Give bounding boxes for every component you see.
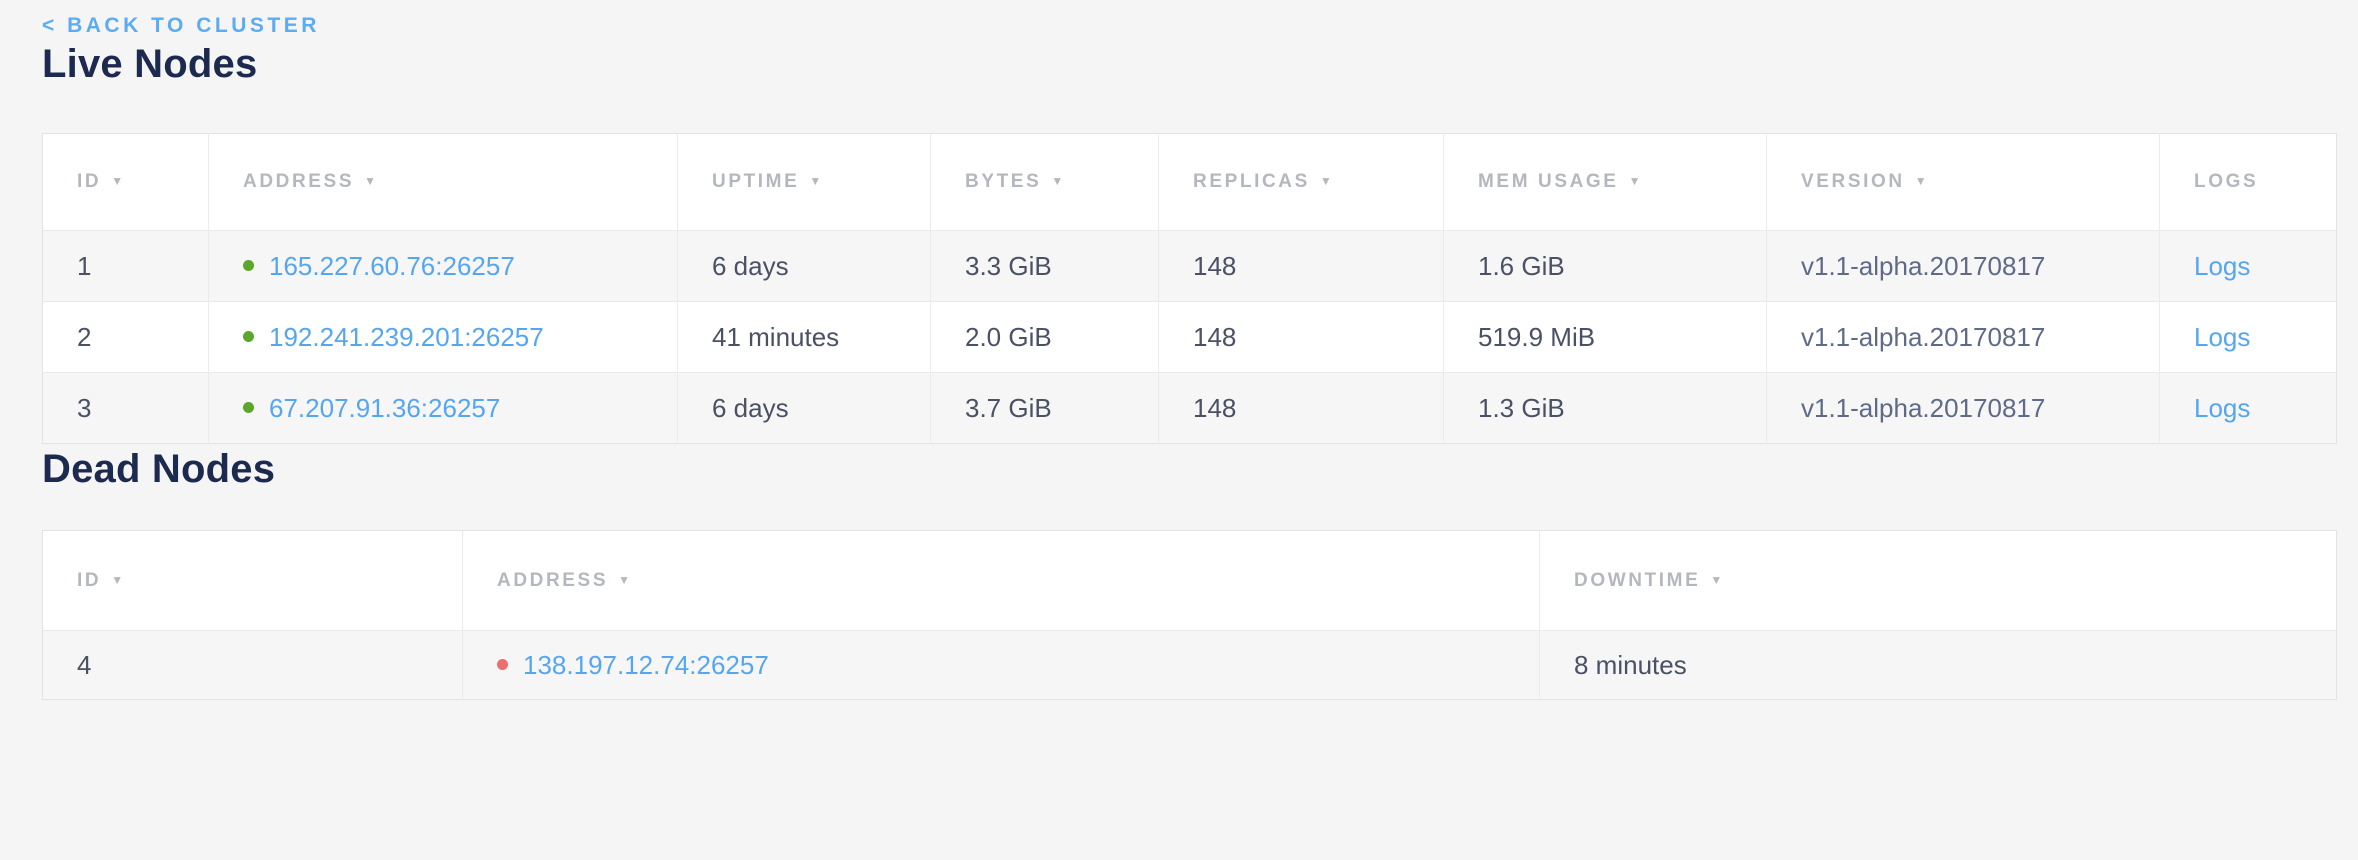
node-live-status-icon	[243, 402, 254, 413]
live-nodes-title: Live Nodes	[42, 39, 2336, 89]
node-logs-cell: Logs	[2160, 231, 2337, 302]
dead-col-header-id[interactable]: ID ▼	[43, 531, 463, 631]
sort-arrow-icon: ▼	[1629, 174, 1641, 188]
sort-arrow-icon: ▼	[1915, 174, 1927, 188]
node-uptime-cell: 41 minutes	[678, 302, 931, 373]
column-label: REPLICAS	[1193, 171, 1310, 192]
sort-arrow-icon: ▼	[111, 174, 123, 188]
node-logs-cell: Logs	[2160, 373, 2337, 444]
node-uptime-cell: 6 days	[678, 231, 931, 302]
node-live-status-icon	[243, 260, 254, 271]
column-label: BYTES	[965, 171, 1041, 192]
live-col-header-uptime[interactable]: UPTIME ▼	[678, 134, 931, 231]
node-address-link[interactable]: 67.207.91.36:26257	[269, 393, 500, 423]
column-label: ADDRESS	[497, 570, 608, 591]
logs-link[interactable]: Logs	[2194, 322, 2250, 352]
node-bytes-cell: 3.7 GiB	[931, 373, 1159, 444]
dead-col-header-address[interactable]: ADDRESS ▼	[463, 531, 1540, 631]
node-replicas-cell: 148	[1159, 373, 1444, 444]
back-to-cluster-link[interactable]: < BACK TO CLUSTER	[42, 13, 320, 39]
node-bytes-cell: 2.0 GiB	[931, 302, 1159, 373]
node-mem-usage-cell: 1.6 GiB	[1444, 231, 1767, 302]
live-col-header-version[interactable]: VERSION ▼	[1767, 134, 2160, 231]
node-address-cell: 192.241.239.201:26257	[209, 302, 678, 373]
node-mem-usage-cell: 519.9 MiB	[1444, 302, 1767, 373]
column-label: DOWNTIME	[1574, 570, 1700, 591]
node-dead-status-icon	[497, 659, 508, 670]
live-col-header-logs: LOGS	[2160, 134, 2337, 231]
node-downtime-cell: 8 minutes	[1540, 631, 2337, 700]
logs-link[interactable]: Logs	[2194, 393, 2250, 423]
node-address-link[interactable]: 192.241.239.201:26257	[269, 322, 544, 352]
live-col-header-id[interactable]: ID ▼	[43, 134, 209, 231]
sort-arrow-icon: ▼	[618, 573, 630, 587]
table-row: 3 67.207.91.36:26257 6 days 3.7 GiB 148 …	[43, 373, 2337, 444]
node-version-cell: v1.1-alpha.20170817	[1767, 231, 2160, 302]
column-label: LOGS	[2194, 171, 2258, 192]
column-label: VERSION	[1801, 171, 1905, 192]
node-address-cell: 165.227.60.76:26257	[209, 231, 678, 302]
node-id-cell: 3	[43, 373, 209, 444]
nodes-page: < BACK TO CLUSTER Live Nodes ID ▼ ADDRESS…	[0, 0, 2358, 700]
node-id-cell: 2	[43, 302, 209, 373]
column-label: ADDRESS	[243, 171, 354, 192]
node-id-cell: 1	[43, 231, 209, 302]
dead-nodes-table: ID ▼ ADDRESS ▼ DOWNTIME ▼ 4 138.197.12.74:2…	[42, 530, 2337, 700]
column-label: MEM USAGE	[1478, 171, 1619, 192]
live-col-header-replicas[interactable]: REPLICAS ▼	[1159, 134, 1444, 231]
node-version-cell: v1.1-alpha.20170817	[1767, 302, 2160, 373]
dead-col-header-downtime[interactable]: DOWNTIME ▼	[1540, 531, 2337, 631]
live-table-header-row: ID ▼ ADDRESS ▼ UPTIME ▼ BYTES ▼ REPLICAS ▼ ME…	[43, 134, 2337, 231]
sort-arrow-icon: ▼	[1710, 573, 1722, 587]
sort-arrow-icon: ▼	[1051, 174, 1063, 188]
sort-arrow-icon: ▼	[111, 573, 123, 587]
logs-link[interactable]: Logs	[2194, 251, 2250, 281]
table-row: 2 192.241.239.201:26257 41 minutes 2.0 G…	[43, 302, 2337, 373]
node-live-status-icon	[243, 331, 254, 342]
node-address-cell: 67.207.91.36:26257	[209, 373, 678, 444]
node-id-cell: 4	[43, 631, 463, 700]
table-row: 4 138.197.12.74:26257 8 minutes	[43, 631, 2337, 700]
live-col-header-bytes[interactable]: BYTES ▼	[931, 134, 1159, 231]
node-mem-usage-cell: 1.3 GiB	[1444, 373, 1767, 444]
live-col-header-mem-usage[interactable]: MEM USAGE ▼	[1444, 134, 1767, 231]
live-col-header-address[interactable]: ADDRESS ▼	[209, 134, 678, 231]
sort-arrow-icon: ▼	[1320, 174, 1332, 188]
column-label: UPTIME	[712, 171, 799, 192]
node-address-cell: 138.197.12.74:26257	[463, 631, 1540, 700]
column-label: ID	[77, 570, 101, 591]
sort-arrow-icon: ▼	[809, 174, 821, 188]
node-replicas-cell: 148	[1159, 231, 1444, 302]
table-row: 1 165.227.60.76:26257 6 days 3.3 GiB 148…	[43, 231, 2337, 302]
node-uptime-cell: 6 days	[678, 373, 931, 444]
node-address-link[interactable]: 165.227.60.76:26257	[269, 251, 515, 281]
node-version-cell: v1.1-alpha.20170817	[1767, 373, 2160, 444]
column-label: ID	[77, 171, 101, 192]
dead-table-header-row: ID ▼ ADDRESS ▼ DOWNTIME ▼	[43, 531, 2337, 631]
sort-arrow-icon: ▼	[364, 174, 376, 188]
live-nodes-table: ID ▼ ADDRESS ▼ UPTIME ▼ BYTES ▼ REPLICAS ▼ ME…	[42, 133, 2337, 444]
node-bytes-cell: 3.3 GiB	[931, 231, 1159, 302]
node-replicas-cell: 148	[1159, 302, 1444, 373]
node-address-link[interactable]: 138.197.12.74:26257	[523, 650, 769, 680]
node-logs-cell: Logs	[2160, 302, 2337, 373]
dead-nodes-title: Dead Nodes	[42, 444, 2336, 494]
